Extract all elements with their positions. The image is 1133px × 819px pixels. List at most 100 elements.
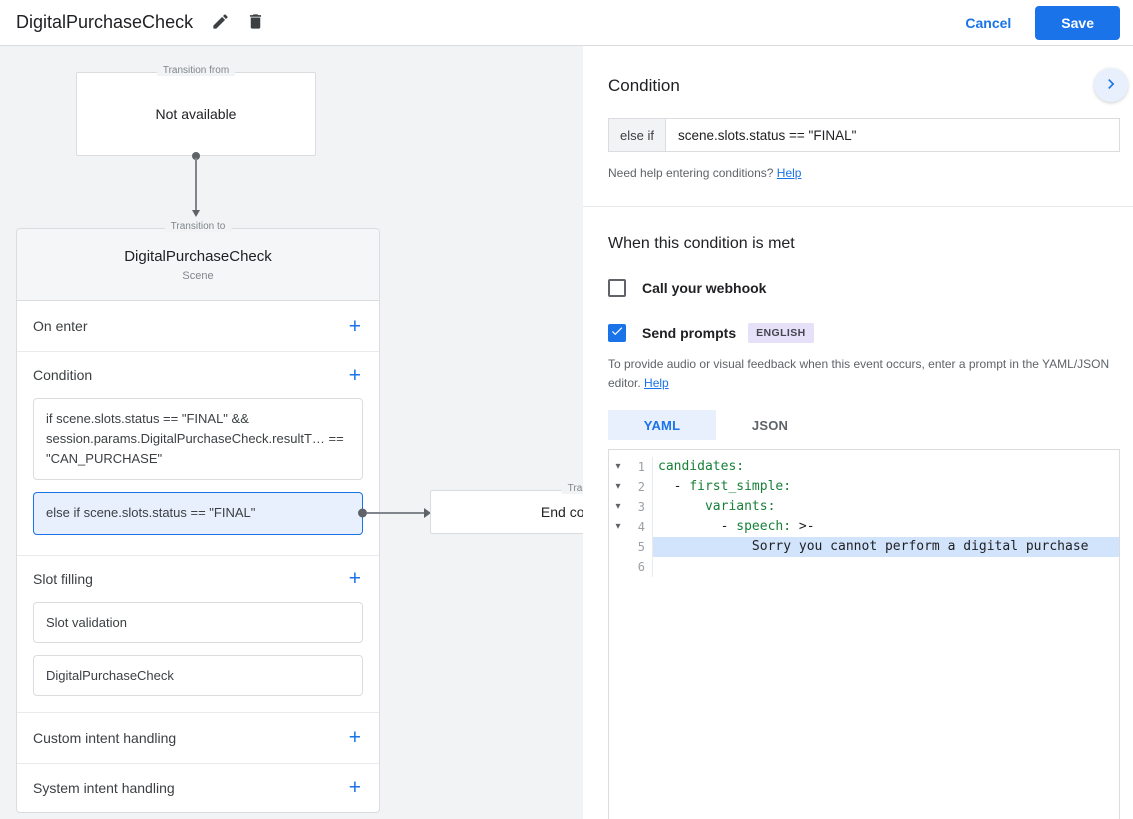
condition-expression-input[interactable] bbox=[664, 118, 1120, 152]
cancel-button[interactable]: Cancel bbox=[953, 7, 1023, 39]
transition-from-node[interactable]: Transition from Not available bbox=[76, 65, 316, 156]
custom-intent-label: Custom intent handling bbox=[33, 729, 177, 746]
line-number: 4 bbox=[637, 520, 645, 535]
panel-title-row: Condition bbox=[608, 46, 1128, 102]
condition-help-link[interactable]: Help bbox=[777, 166, 802, 180]
editor-line[interactable]: ▾ 2 - first_simple: bbox=[609, 477, 1119, 498]
send-prompts-label: Send prompts bbox=[642, 325, 737, 341]
fold-arrow-icon[interactable]: ▾ bbox=[609, 517, 627, 537]
slot-item[interactable]: Slot validation bbox=[33, 601, 363, 643]
editor-line[interactable]: ▾ 3 variants: bbox=[609, 497, 1119, 518]
fold-arrow-icon[interactable]: ▾ bbox=[609, 477, 627, 497]
system-intent-label: System intent handling bbox=[33, 779, 175, 796]
line-number: 6 bbox=[637, 560, 645, 575]
transition-from-label: Transition from bbox=[156, 65, 236, 76]
code-line-text: - first_simple: bbox=[652, 477, 1119, 498]
scene-name: DigitalPurchaseCheck bbox=[124, 248, 272, 265]
end-node-label: Transition to bbox=[561, 483, 583, 494]
header: DigitalPurchaseCheck Cancel Save bbox=[0, 0, 1133, 46]
transition-to-label: Transition to bbox=[164, 221, 232, 232]
webhook-row: Call your webhook bbox=[608, 279, 1120, 297]
webhook-label: Call your webhook bbox=[642, 280, 767, 296]
prompt-hint-text: To provide audio or visual feedback when… bbox=[608, 357, 1110, 390]
line-number: 5 bbox=[637, 540, 645, 555]
pencil-icon bbox=[211, 12, 230, 34]
actions-scene-editor: DigitalPurchaseCheck Cancel Save Transit… bbox=[0, 0, 1133, 819]
connector-out-dot bbox=[358, 508, 367, 518]
tab-yaml[interactable]: YAML bbox=[608, 410, 716, 441]
code-line-text: variants: bbox=[652, 497, 1119, 518]
condition-expression-row: else if bbox=[608, 118, 1120, 152]
checkmark-icon bbox=[610, 324, 624, 343]
trash-icon bbox=[246, 12, 265, 34]
connector-line-vertical bbox=[195, 158, 197, 210]
add-condition-icon[interactable]: + bbox=[349, 365, 361, 386]
slot-filling-section-header: Slot filling + bbox=[17, 556, 379, 602]
add-system-intent-icon[interactable]: + bbox=[349, 777, 361, 798]
code-line-text bbox=[652, 557, 1119, 578]
condition-section-label: Condition bbox=[33, 367, 93, 383]
condition-item-selected[interactable]: else if scene.slots.status == "FINAL" bbox=[33, 492, 367, 535]
code-line-text: Sorry you cannot perform a digital purch… bbox=[652, 537, 1119, 558]
editor-lines: ▾ 1 candidates: ▾ 2 - first_simple: ▾ 3 varian… bbox=[609, 457, 1119, 578]
end-node-value: End conversation bbox=[540, 504, 583, 520]
code-line-text: - speech: >- bbox=[652, 517, 1119, 538]
condition-section-body: if scene.slots.status == "FINAL" && sess… bbox=[17, 398, 379, 556]
delete-scene-button[interactable] bbox=[242, 8, 269, 38]
send-prompts-row: Send prompts ENGLISH bbox=[608, 323, 1120, 343]
save-button[interactable]: Save bbox=[1035, 5, 1120, 40]
line-number: 3 bbox=[637, 500, 645, 515]
line-number: 1 bbox=[637, 460, 645, 475]
scene-node-card[interactable]: Transition to DigitalPurchaseCheck Scene… bbox=[16, 221, 380, 813]
condition-detail-panel: Condition else if Need help entering con… bbox=[583, 46, 1133, 819]
yaml-code-editor[interactable]: ▾ 1 candidates: ▾ 2 - first_simple: ▾ 3 varian… bbox=[608, 449, 1120, 819]
webhook-checkbox[interactable] bbox=[608, 279, 626, 297]
slot-filling-section-body: Slot validation DigitalPurchaseCheck bbox=[17, 601, 379, 713]
prompt-hint-help-link[interactable]: Help bbox=[644, 376, 669, 390]
page-title: DigitalPurchaseCheck bbox=[16, 12, 194, 32]
tab-json[interactable]: JSON bbox=[716, 410, 824, 440]
editor-line[interactable]: 6 bbox=[609, 557, 1119, 578]
slot-item[interactable]: DigitalPurchaseCheck bbox=[33, 654, 363, 696]
custom-intent-section[interactable]: Custom intent handling + bbox=[17, 713, 379, 764]
condition-help-line: Need help entering conditions? Help bbox=[608, 166, 1120, 180]
on-enter-label: On enter bbox=[33, 318, 88, 334]
editor-tabs: YAML JSON bbox=[608, 410, 1120, 441]
rename-scene-button[interactable] bbox=[207, 8, 234, 38]
add-custom-intent-icon[interactable]: + bbox=[349, 727, 361, 748]
editor-line[interactable]: ▾ 1 candidates: bbox=[609, 457, 1119, 478]
line-number: 2 bbox=[637, 480, 645, 495]
scene-graph-canvas: Transition from Not available Transition… bbox=[0, 46, 583, 819]
prompt-hint: To provide audio or visual feedback when… bbox=[608, 355, 1118, 392]
arrow-down-icon bbox=[192, 210, 200, 217]
condition-section-header: Condition + bbox=[17, 352, 379, 398]
on-enter-section[interactable]: On enter + bbox=[17, 301, 379, 352]
end-conversation-node[interactable]: Transition to End conversation bbox=[430, 483, 583, 534]
scene-card-header: DigitalPurchaseCheck Scene bbox=[17, 229, 379, 301]
add-on-enter-icon[interactable]: + bbox=[349, 316, 361, 337]
chevron-right-icon bbox=[1101, 74, 1121, 97]
editor-line[interactable]: 5 Sorry you cannot perform a digital pur… bbox=[609, 537, 1119, 558]
add-slot-icon[interactable]: + bbox=[349, 568, 361, 589]
collapse-panel-button[interactable] bbox=[1094, 68, 1128, 102]
system-intent-section[interactable]: System intent handling + bbox=[17, 764, 379, 812]
transition-from-value: Not available bbox=[155, 106, 237, 122]
when-met-title: When this condition is met bbox=[608, 235, 795, 252]
language-badge: ENGLISH bbox=[748, 323, 814, 343]
fold-arrow-icon[interactable]: ▾ bbox=[609, 457, 627, 477]
condition-prefix-label: else if bbox=[608, 118, 666, 152]
condition-item[interactable]: if scene.slots.status == "FINAL" && sess… bbox=[33, 398, 363, 481]
slot-filling-label: Slot filling bbox=[33, 570, 93, 587]
panel-title: Condition bbox=[608, 76, 680, 95]
condition-help-text: Need help entering conditions? bbox=[608, 166, 774, 180]
section-divider bbox=[583, 206, 1133, 207]
editor-line[interactable]: ▾ 4 - speech: >- bbox=[609, 517, 1119, 538]
send-prompts-checkbox[interactable] bbox=[608, 324, 626, 342]
code-line-text: candidates: bbox=[652, 457, 1119, 478]
condition-item-text: else if scene.slots.status == "FINAL" bbox=[46, 505, 256, 521]
fold-arrow-icon[interactable]: ▾ bbox=[609, 497, 627, 517]
scene-type: Scene bbox=[182, 270, 214, 282]
connector-line-horizontal bbox=[367, 512, 424, 514]
